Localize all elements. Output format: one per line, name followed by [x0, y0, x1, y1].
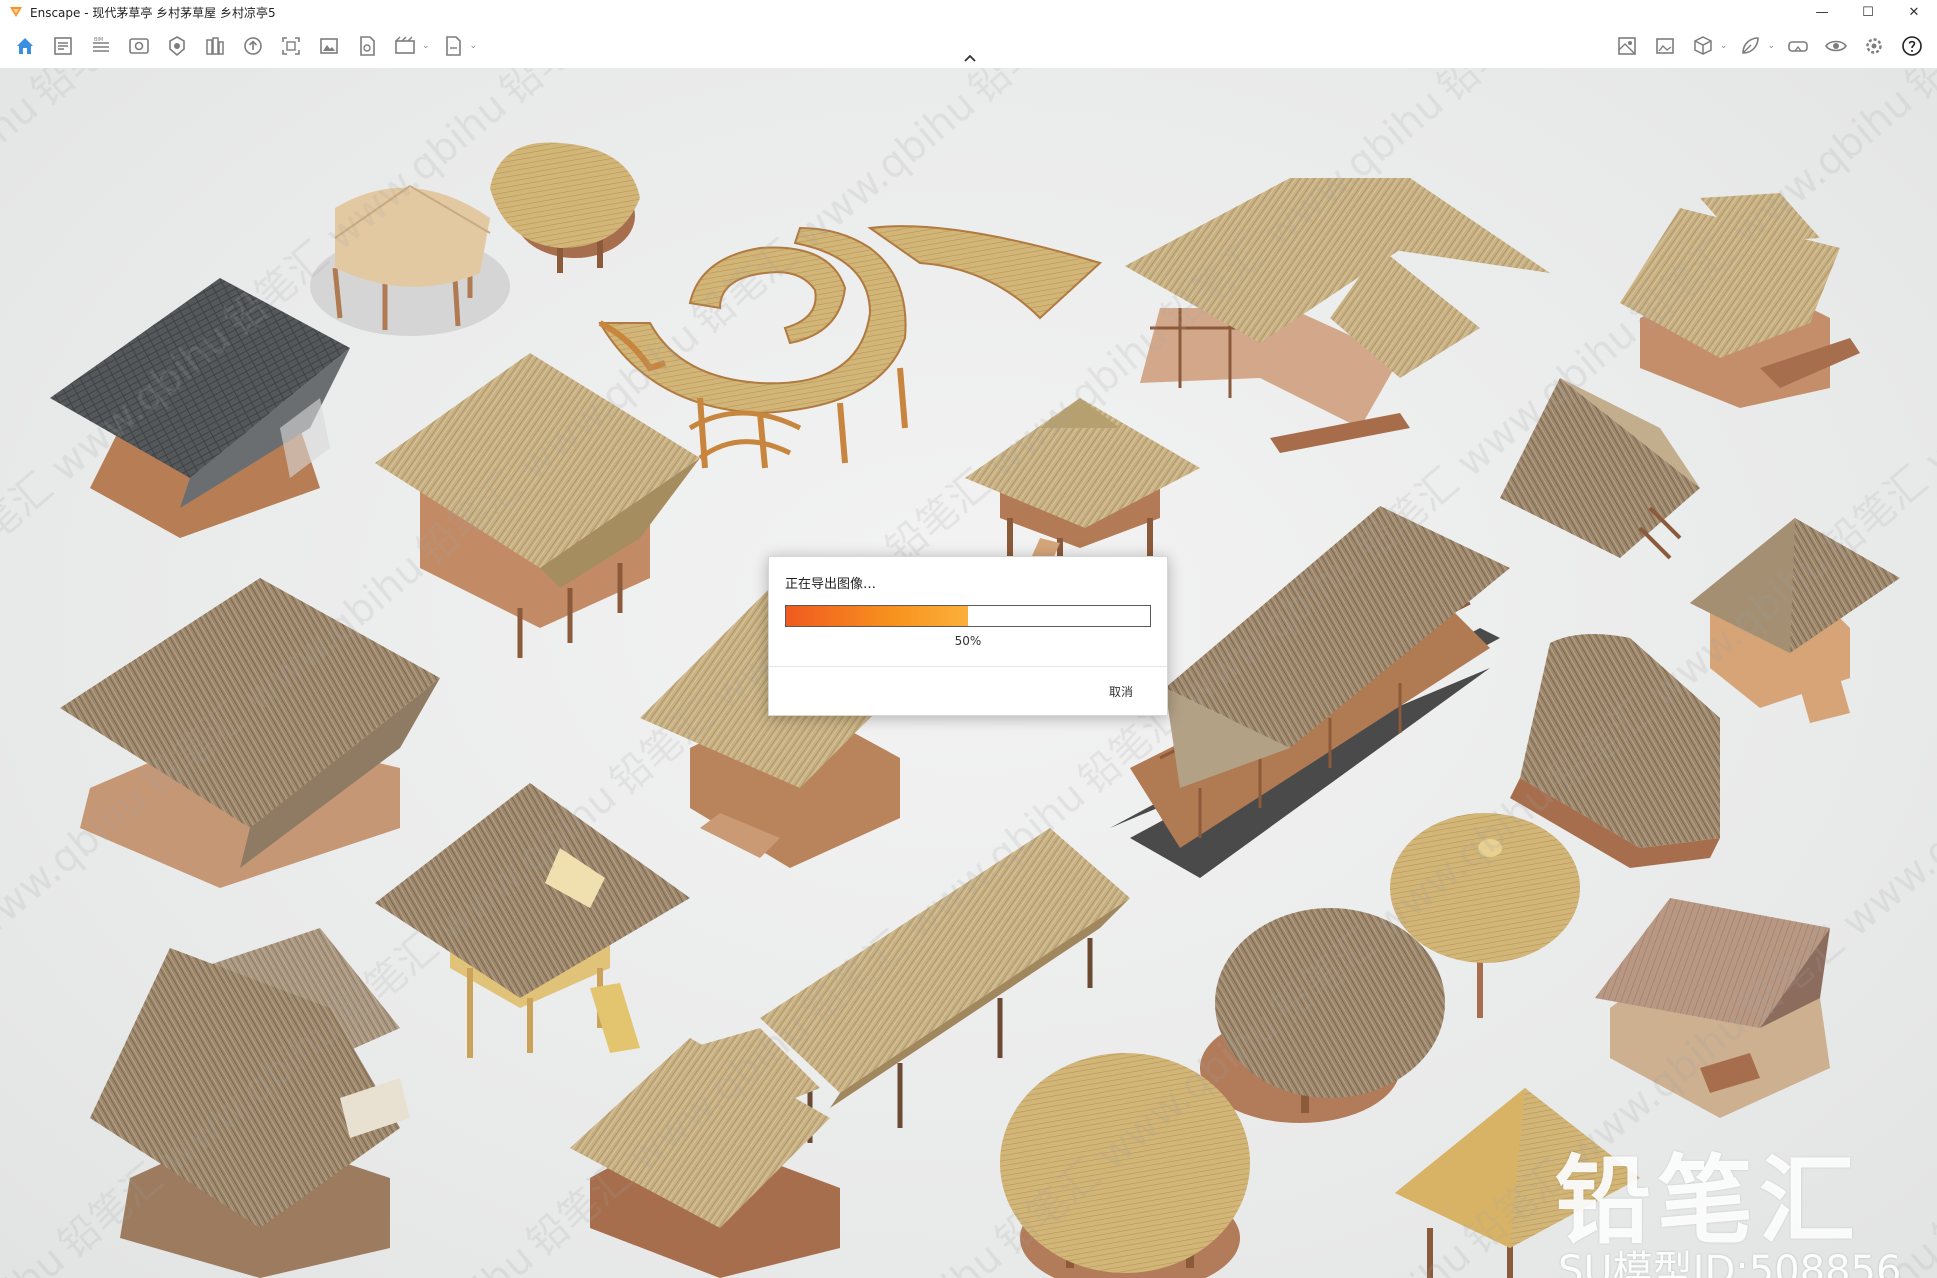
capture-cube-button[interactable]: [1688, 31, 1718, 61]
window-title: Enscape - 现代茅草亭 乡村茅草屋 乡村凉亭5: [30, 5, 276, 20]
dialog-divider: [769, 666, 1167, 667]
upload-button[interactable]: [238, 31, 268, 61]
toolbar-right-group: ⌄ ⌄: [1608, 24, 1931, 68]
material-editor-button[interactable]: [162, 31, 192, 61]
settings-gear-icon: [1866, 38, 1882, 54]
progress-bar-fill: [786, 606, 968, 626]
bim-icon: BIM: [93, 37, 109, 52]
feedback-icon: [1742, 37, 1760, 54]
collapse-toolbar-caret[interactable]: [960, 50, 980, 66]
home-icon: [17, 38, 33, 54]
atmosphere-icon: [1618, 37, 1636, 55]
panorama-icon: [360, 36, 375, 56]
views-icon: [129, 38, 149, 54]
image-settings-icon: [1656, 38, 1674, 54]
chevron-down-icon[interactable]: ⌄: [1720, 41, 1728, 51]
views-button[interactable]: [124, 31, 154, 61]
chevron-down-icon[interactable]: ⌄: [470, 41, 478, 51]
cancel-button[interactable]: 取消: [1105, 681, 1137, 702]
bim-button[interactable]: BIM: [86, 31, 116, 61]
upload-icon: [244, 37, 262, 55]
help-button[interactable]: [1897, 31, 1927, 61]
title-bar: Enscape - 现代茅草亭 乡村茅草屋 乡村凉亭5 — ☐ ✕: [0, 0, 1937, 24]
export-progress-dialog: 正在导出图像… 50% 取消: [768, 556, 1168, 716]
dialog-title: 正在导出图像…: [785, 577, 877, 592]
chevron-up-icon: [964, 54, 976, 62]
close-button[interactable]: ✕: [1891, 0, 1937, 24]
screenshot-icon: [282, 37, 300, 55]
file-manager-icon: [54, 37, 72, 55]
main-toolbar: BIM ⌄ ⌄ ⌄ ⌄: [0, 24, 1937, 69]
progress-percentage: 50%: [954, 634, 982, 648]
asset-library-icon: [206, 37, 224, 55]
vr-headset-button[interactable]: [1783, 31, 1813, 61]
asset-library-button[interactable]: [200, 31, 230, 61]
material-editor-icon: [169, 36, 185, 57]
image-settings-button[interactable]: [1650, 31, 1680, 61]
export-button[interactable]: [438, 31, 468, 61]
batch-render-button[interactable]: [314, 31, 344, 61]
chevron-down-icon[interactable]: ⌄: [1767, 41, 1775, 51]
atmosphere-button[interactable]: [1612, 31, 1642, 61]
home-button[interactable]: [10, 31, 40, 61]
screenshot-button[interactable]: [276, 31, 306, 61]
export-icon: [445, 36, 461, 56]
minimize-button[interactable]: —: [1799, 0, 1845, 24]
video-editor-button[interactable]: [390, 31, 420, 61]
window-controls: — ☐ ✕: [1799, 0, 1937, 24]
video-editor-icon: [395, 36, 415, 54]
feedback-button[interactable]: [1735, 31, 1765, 61]
toolbar-left-group: BIM ⌄ ⌄: [6, 24, 481, 68]
vr-headset-icon: [1788, 41, 1808, 52]
visual-settings-button[interactable]: [1821, 31, 1851, 61]
chevron-down-icon[interactable]: ⌄: [422, 41, 430, 51]
maximize-button[interactable]: ☐: [1845, 0, 1891, 24]
capture-cube-icon: [1694, 36, 1712, 55]
watermark-model-id: SU模型ID:508856: [1558, 1248, 1902, 1278]
help-icon: [1902, 36, 1922, 56]
svg-text:BIM: BIM: [94, 37, 103, 43]
panorama-button[interactable]: [352, 31, 382, 61]
batch-render-icon: [320, 38, 338, 54]
visual-settings-icon: [1825, 40, 1847, 52]
progress-bar: [785, 605, 1151, 627]
settings-button[interactable]: [1859, 31, 1889, 61]
file-manager-button[interactable]: [48, 31, 78, 61]
enscape-logo-icon: [10, 7, 22, 17]
